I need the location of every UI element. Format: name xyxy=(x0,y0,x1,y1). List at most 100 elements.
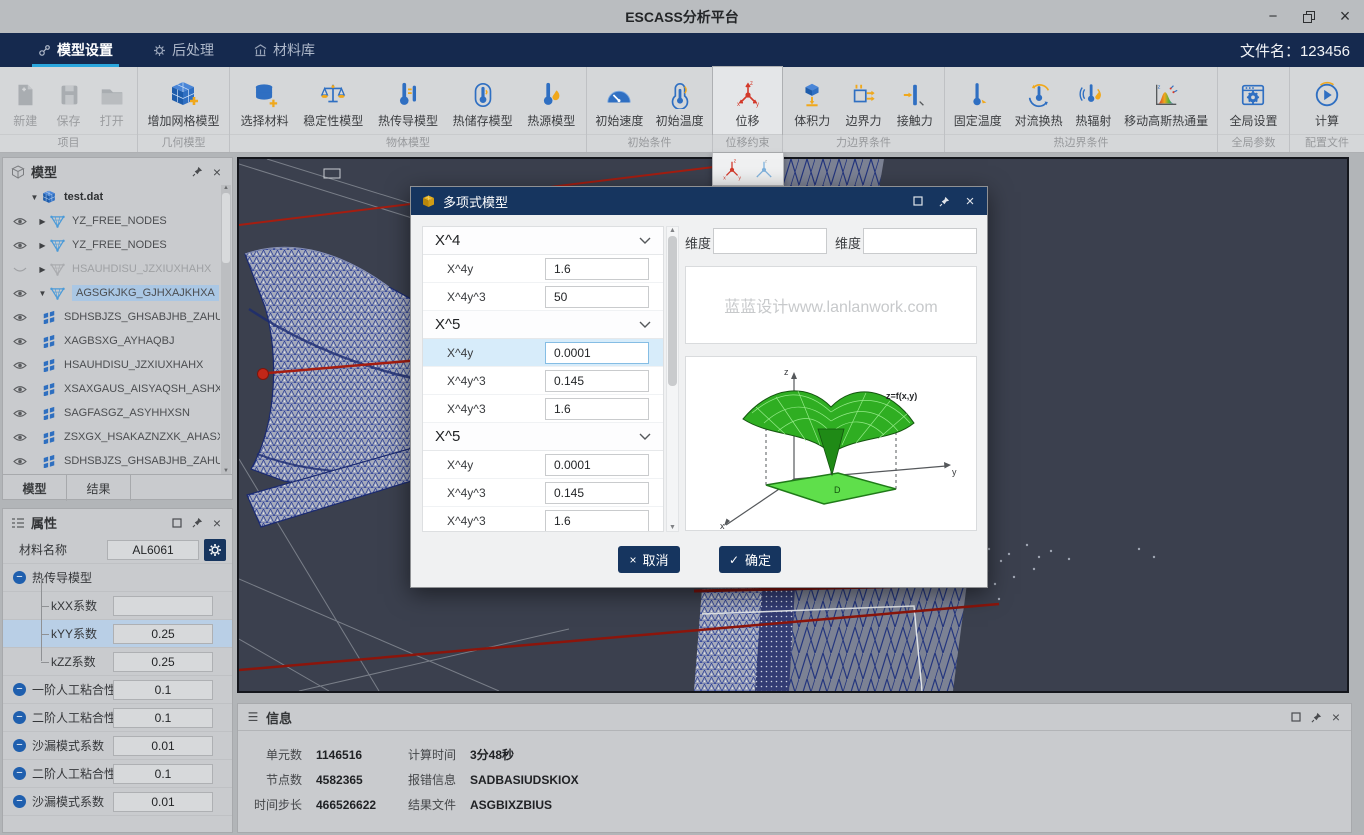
tree-root[interactable]: ▼ test.dat xyxy=(3,185,232,209)
term-value-input[interactable] xyxy=(545,398,649,420)
eye-visible-icon[interactable] xyxy=(13,361,29,370)
pin-icon[interactable] xyxy=(190,165,204,179)
collapse-icon[interactable]: − xyxy=(13,795,26,808)
section-header[interactable]: X^5 xyxy=(423,423,663,451)
collapse-icon[interactable]: − xyxy=(13,571,26,584)
tree-scrollbar[interactable]: ▲ ▼ xyxy=(221,185,231,474)
new-button[interactable]: 新建 xyxy=(7,79,43,131)
tree-item[interactable]: SDHSBJZS_GHSABJHB_ZAHU xyxy=(3,449,232,473)
eye-visible-icon[interactable] xyxy=(13,385,29,394)
eye-visible-icon[interactable] xyxy=(13,313,29,322)
property-value-input[interactable] xyxy=(113,596,213,616)
term-value-input[interactable] xyxy=(545,482,649,504)
tree-collapsed-icon[interactable]: ▶ xyxy=(37,265,48,274)
close-panel-icon[interactable]: × xyxy=(210,165,224,179)
material-name-input[interactable] xyxy=(107,540,199,560)
heat-source-model-button[interactable]: 热源模型 xyxy=(523,79,579,131)
scroll-thumb[interactable] xyxy=(222,193,230,263)
restore-button[interactable] xyxy=(1298,6,1320,28)
scroll-up-icon[interactable]: ▲ xyxy=(223,185,229,191)
term-value-input[interactable] xyxy=(545,342,649,364)
fixed-temperature-button[interactable]: 固定温度 xyxy=(950,79,1006,131)
tree-item[interactable]: ▶ YZ_FREE_NODES xyxy=(3,209,232,233)
heat-storage-model-button[interactable]: 热储存模型 xyxy=(449,79,517,131)
open-button[interactable]: 打开 xyxy=(94,79,130,131)
contact-force-button[interactable]: 接触力 xyxy=(893,79,937,131)
dimension-input-2[interactable] xyxy=(863,228,977,254)
tree-item[interactable]: ZSXGX_HSAKAZNZXK_AHASX xyxy=(3,425,232,449)
restore-dialog-icon[interactable] xyxy=(911,194,925,208)
collapse-icon[interactable]: − xyxy=(13,767,26,780)
moving-gauss-flux-button[interactable]: z 移动高斯热通量 xyxy=(1120,79,1212,131)
initial-velocity-button[interactable]: 初始速度 xyxy=(591,79,647,131)
term-value-input[interactable] xyxy=(545,454,649,476)
eye-visible-icon[interactable] xyxy=(13,241,29,250)
displacement-alt-option-icon[interactable]: z xyxy=(752,156,776,182)
convection-button[interactable]: 对流换热 xyxy=(1011,79,1067,131)
collapse-icon[interactable]: − xyxy=(13,739,26,752)
property-value-input[interactable] xyxy=(113,680,213,700)
restore-panel-icon[interactable] xyxy=(1289,710,1303,724)
section-header[interactable]: X^5 xyxy=(423,311,663,339)
tab-model-setup[interactable]: 模型设置 xyxy=(36,33,115,67)
term-value-input[interactable] xyxy=(545,258,649,280)
tree-expanded-icon[interactable]: ▼ xyxy=(29,193,40,202)
dialog-scrollbar[interactable]: ▲ ▼ xyxy=(666,226,679,532)
eye-visible-icon[interactable] xyxy=(13,217,29,226)
tree-expanded-icon[interactable]: ▼ xyxy=(37,289,48,298)
scroll-thumb[interactable] xyxy=(668,236,677,386)
stability-model-button[interactable]: 稳定性模型 xyxy=(299,79,367,131)
section-header[interactable]: X^4 xyxy=(423,227,663,255)
tree-item[interactable]: SAGFASGZ_ASYHHXSN xyxy=(3,401,232,425)
close-panel-icon[interactable]: × xyxy=(1329,710,1343,724)
term-value-input[interactable] xyxy=(545,510,649,532)
displacement-button[interactable]: zxy 位移 xyxy=(729,77,767,131)
close-panel-icon[interactable]: × xyxy=(210,516,224,530)
property-value-input[interactable] xyxy=(113,652,213,672)
tree-item[interactable]: ▶ YZ_FREE_NODES xyxy=(3,233,232,257)
tree-item[interactable]: SDHSBJZS_GHSABJHB_ZAHU xyxy=(3,305,232,329)
collapse-icon[interactable]: − xyxy=(13,683,26,696)
tree-collapsed-icon[interactable]: ▶ xyxy=(37,241,48,250)
dimension-input-1[interactable] xyxy=(713,228,827,254)
restore-panel-icon[interactable] xyxy=(170,516,184,530)
pin-icon[interactable] xyxy=(937,194,951,208)
initial-temperature-button[interactable]: 初始温度 xyxy=(652,79,708,131)
compute-button[interactable]: 计算 xyxy=(1309,79,1345,131)
tree-item[interactable]: ▶ HSAUHDISU_JZXIUXHAHX xyxy=(3,257,232,281)
body-force-button[interactable]: 体积力 xyxy=(790,79,834,131)
tab-material-library[interactable]: 材料库 xyxy=(252,33,317,67)
tree-item[interactable]: HSAUHDISU_JZXIUXHAHX xyxy=(3,353,232,377)
eye-visible-icon[interactable] xyxy=(13,457,29,466)
global-settings-button[interactable]: 全局设置 xyxy=(1225,79,1281,131)
scroll-down-icon[interactable]: ▼ xyxy=(223,468,229,474)
tab-post-processing[interactable]: 后处理 xyxy=(151,33,216,67)
property-value-input[interactable] xyxy=(113,708,213,728)
eye-visible-icon[interactable] xyxy=(13,409,29,418)
radiation-button[interactable]: 热辐射 xyxy=(1071,79,1115,131)
ok-button[interactable]: ✓ 确定 xyxy=(719,546,781,573)
material-settings-button[interactable] xyxy=(204,539,226,561)
close-dialog-icon[interactable]: × xyxy=(963,194,977,208)
property-value-input[interactable] xyxy=(113,624,213,644)
pin-icon[interactable] xyxy=(1309,710,1323,724)
property-value-input[interactable] xyxy=(113,736,213,756)
property-value-input[interactable] xyxy=(113,792,213,812)
save-button[interactable]: 保存 xyxy=(51,79,87,131)
tree-item[interactable]: XAGBSXG_AYHAQBJ xyxy=(3,329,232,353)
eye-visible-icon[interactable] xyxy=(13,337,29,346)
scroll-up-icon[interactable]: ▲ xyxy=(669,227,676,234)
eye-visible-icon[interactable] xyxy=(13,433,29,442)
add-mesh-model-button[interactable]: 增加网格模型 xyxy=(143,77,223,131)
property-value-input[interactable] xyxy=(113,764,213,784)
scroll-down-icon[interactable]: ▼ xyxy=(669,524,676,531)
collapse-icon[interactable]: − xyxy=(13,711,26,724)
tree-item[interactable]: XSAXGAUS_AISYAQSH_ASHX xyxy=(3,377,232,401)
eye-hidden-icon[interactable] xyxy=(13,265,29,274)
select-material-button[interactable]: 选择材料 xyxy=(237,79,293,131)
boundary-force-button[interactable]: 边界力 xyxy=(841,79,885,131)
close-window-button[interactable]: × xyxy=(1334,6,1356,28)
cancel-button[interactable]: × 取消 xyxy=(618,546,680,573)
tab-model[interactable]: 模型 xyxy=(3,475,67,501)
displacement-xyz-option-icon[interactable]: zxy xyxy=(720,156,744,182)
